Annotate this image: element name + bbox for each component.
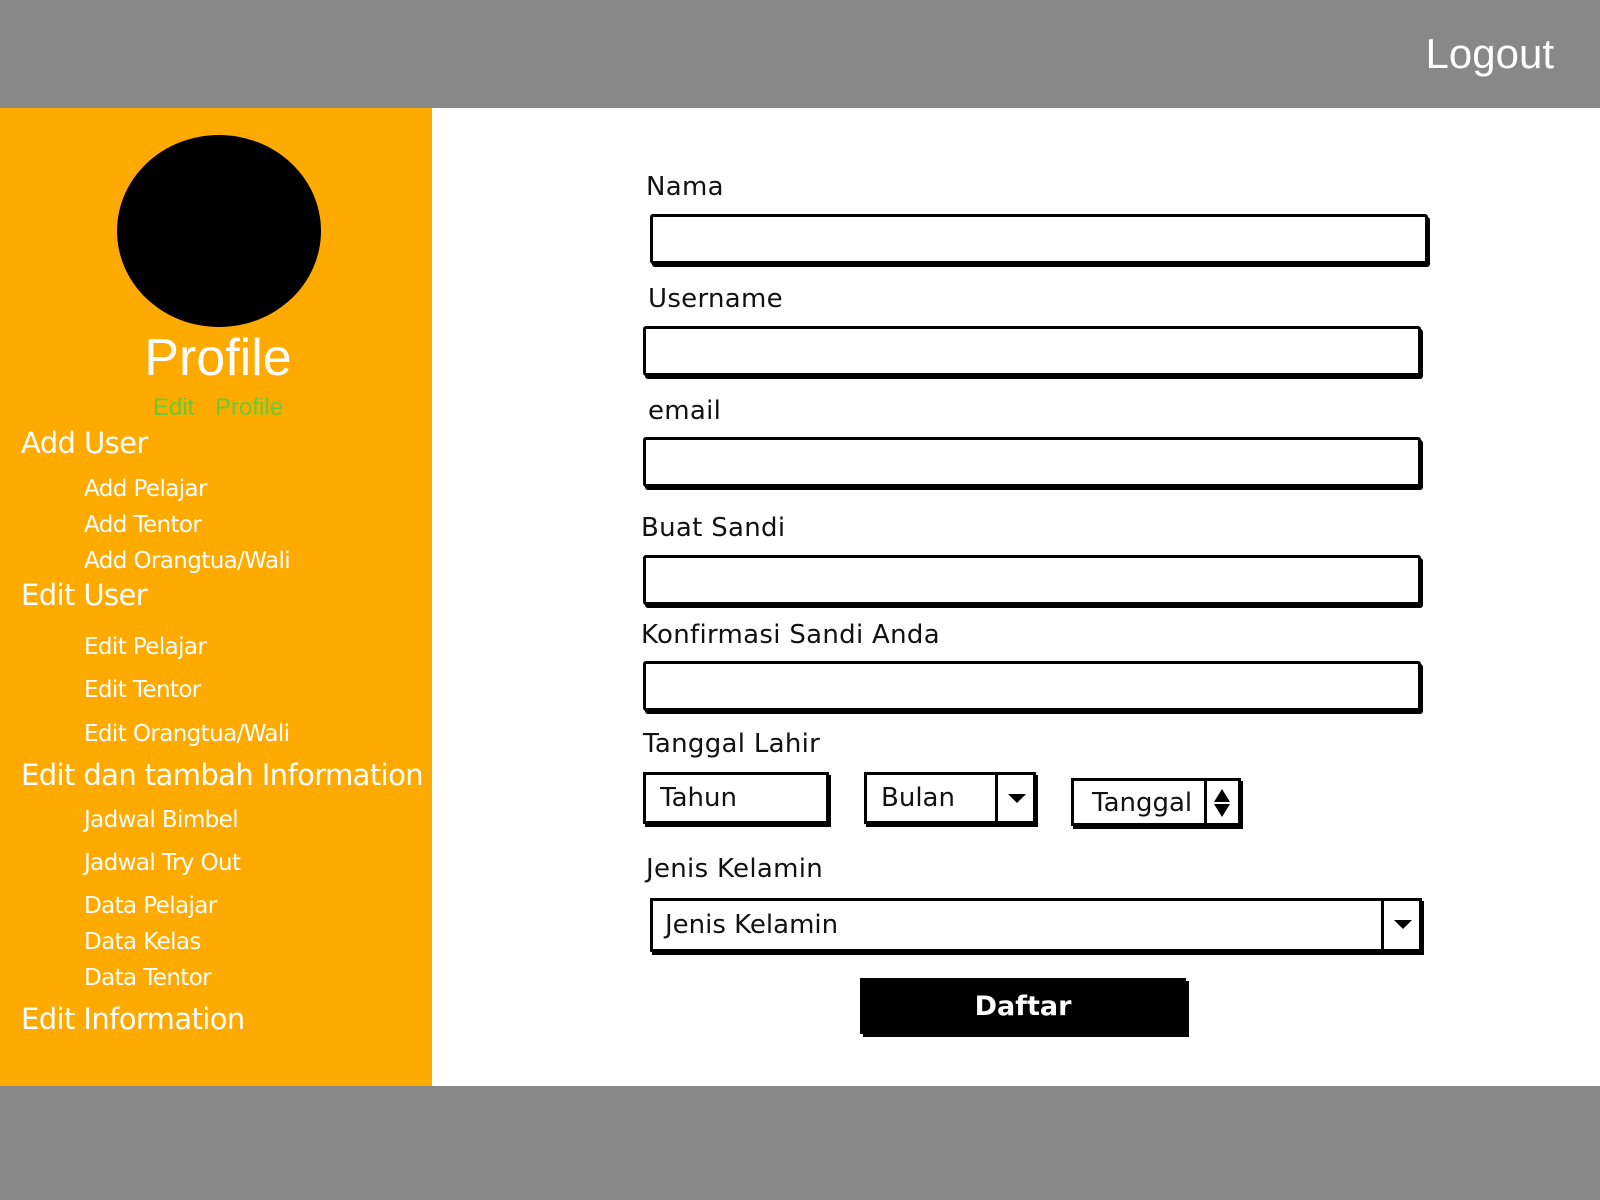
nav-item-data-tentor[interactable]: Data Tentor [84, 965, 212, 991]
chevron-down-icon[interactable] [1381, 901, 1419, 949]
email-label: email [648, 396, 722, 426]
chevron-down-icon[interactable] [995, 775, 1033, 821]
buat-sandi-input[interactable] [646, 558, 1418, 602]
email-field[interactable] [643, 437, 1421, 487]
nav-item-add-pelajar[interactable]: Add Pelajar [84, 476, 207, 502]
nav-item-edit-orangtua-wali[interactable]: Edit Orangtua/Wali [84, 721, 290, 747]
edit-profile-link[interactable]: Edit Profile [0, 394, 436, 422]
nav-heading-edit-user[interactable]: Edit User [21, 578, 148, 612]
buat-sandi-field[interactable] [643, 555, 1421, 605]
spinner-up-icon[interactable] [1214, 789, 1230, 802]
top-bar: Logout [0, 0, 1600, 108]
nav-item-data-pelajar[interactable]: Data Pelajar [84, 893, 217, 919]
sidebar: Profile Edit Profile Add User Add Pelaja… [0, 108, 432, 1086]
nav-heading-add-user[interactable]: Add User [21, 426, 148, 460]
tanggal-value: Tanggal [1092, 788, 1193, 818]
nav-item-edit-tentor[interactable]: Edit Tentor [84, 677, 201, 703]
nama-label: Nama [646, 172, 724, 202]
username-field[interactable] [643, 326, 1421, 376]
username-input[interactable] [646, 329, 1418, 373]
konfirmasi-sandi-input[interactable] [646, 664, 1418, 708]
nav-item-add-tentor[interactable]: Add Tentor [84, 512, 202, 538]
nav-item-add-orangtua-wali[interactable]: Add Orangtua/Wali [84, 548, 291, 574]
nav-item-jadwal-bimbel[interactable]: Jadwal Bimbel [84, 807, 239, 833]
tahun-value: Tahun [660, 783, 737, 813]
nav-item-jadwal-try-out[interactable]: Jadwal Try Out [84, 850, 241, 876]
konfirmasi-sandi-label: Konfirmasi Sandi Anda [641, 620, 940, 650]
nav-heading-edit-tambah-information[interactable]: Edit dan tambah Information [21, 758, 424, 792]
logout-link[interactable]: Logout [1426, 30, 1554, 78]
nama-input[interactable] [653, 217, 1425, 261]
profile-title: Profile [144, 329, 292, 387]
buat-sandi-label: Buat Sandi [641, 513, 786, 543]
konfirmasi-sandi-field[interactable] [643, 661, 1421, 711]
daftar-button[interactable]: Daftar [860, 978, 1186, 1034]
tanggal-lahir-label: Tanggal Lahir [643, 729, 821, 759]
bottom-bar [0, 1086, 1600, 1200]
tanggal-stepper[interactable]: Tanggal [1071, 778, 1241, 826]
jenis-kelamin-dropdown[interactable]: Jenis Kelamin [650, 898, 1422, 952]
bulan-dropdown[interactable]: Bulan [864, 772, 1036, 824]
email-input[interactable] [646, 440, 1418, 484]
nav-item-data-kelas[interactable]: Data Kelas [84, 929, 201, 955]
jenis-kelamin-label: Jenis Kelamin [646, 854, 824, 884]
nav-heading-edit-information[interactable]: Edit Information [21, 1002, 245, 1036]
nama-field[interactable] [650, 214, 1428, 264]
spinner-icon[interactable] [1204, 781, 1238, 823]
spinner-down-icon[interactable] [1214, 804, 1230, 817]
avatar [117, 135, 321, 327]
jenis-kelamin-value: Jenis Kelamin [665, 910, 839, 940]
bulan-value: Bulan [881, 783, 955, 813]
nav-item-edit-pelajar[interactable]: Edit Pelajar [84, 634, 207, 660]
username-label: Username [648, 284, 783, 314]
tahun-field[interactable]: Tahun [643, 772, 829, 824]
